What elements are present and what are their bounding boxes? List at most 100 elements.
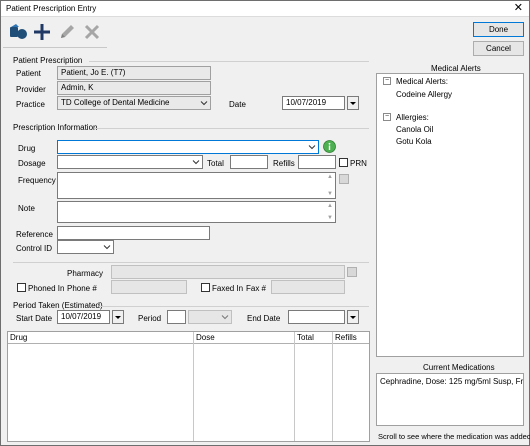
frequency-lookup-button[interactable] <box>339 174 349 184</box>
prn-label: PRN <box>350 159 367 168</box>
note-textarea[interactable]: ▲ ▼ <box>57 201 336 223</box>
scroll-up-icon[interactable]: ▲ <box>326 203 334 209</box>
frequency-label: Frequency <box>18 176 56 185</box>
tree-item-allergy[interactable]: Canola Oil <box>396 125 433 134</box>
column-divider <box>294 332 295 441</box>
date-label: Date <box>229 100 246 109</box>
period-label: Period <box>138 314 162 323</box>
practice-value: TD College of Dental Medicine <box>61 98 170 107</box>
patient-field: Patient, Jo E. (T7) <box>57 66 211 80</box>
faxed-in-checkbox[interactable] <box>201 283 210 292</box>
medical-alerts-title: Medical Alerts <box>431 64 481 73</box>
pharmacy-label: Pharmacy <box>67 269 104 278</box>
dropdown-arrow-icon <box>350 316 356 319</box>
collapse-icon[interactable]: − <box>383 77 391 85</box>
current-medications-list[interactable]: Cephradine, Dose: 125 mg/5ml Susp, Freq: <box>376 373 524 426</box>
phone-field <box>111 280 187 294</box>
chevron-down-icon <box>200 101 208 106</box>
practice-select[interactable]: TD College of Dental Medicine <box>57 96 211 110</box>
dropdown-arrow-icon <box>350 102 356 105</box>
fax-field <box>271 280 345 294</box>
dosage-label: Dosage <box>18 159 46 168</box>
period-field[interactable] <box>167 310 186 324</box>
period-taken-group-label: Period Taken (Estimated) <box>13 301 103 310</box>
cancel-button[interactable]: Cancel <box>473 41 524 56</box>
start-date-dropdown-button[interactable] <box>112 310 124 324</box>
group-divider <box>99 306 369 307</box>
control-id-label: Control ID <box>16 244 53 253</box>
tree-section-allergies[interactable]: Allergies: <box>396 113 429 122</box>
total-field[interactable] <box>230 155 268 169</box>
tree-section-medical-alerts[interactable]: Medical Alerts: <box>396 77 448 86</box>
medical-alerts-tree[interactable]: − Medical Alerts: Codeine Allergy − Alle… <box>376 73 524 357</box>
prescription-grid[interactable]: Drug Dose Total Refills <box>7 331 370 442</box>
reference-label: Reference <box>16 230 53 239</box>
start-date-label: Start Date <box>16 314 53 323</box>
pharmacy-icon[interactable] <box>7 21 29 43</box>
chevron-down-icon <box>103 245 111 250</box>
refills-label: Refills <box>273 159 295 168</box>
chevron-down-icon <box>308 145 316 150</box>
pharmacy-lookup-button <box>347 267 357 277</box>
column-header-drug[interactable]: Drug <box>8 332 193 344</box>
phoned-in-checkbox[interactable] <box>17 283 26 292</box>
patient-prescription-group-label: Patient Prescription <box>13 56 83 65</box>
column-header-refills[interactable]: Refills <box>333 332 369 344</box>
done-button[interactable]: Done <box>473 22 524 37</box>
title-bar: Patient Prescription Entry ✕ <box>1 1 529 17</box>
medication-item[interactable]: Cephradine, Dose: 125 mg/5ml Susp, Freq: <box>380 377 523 386</box>
column-divider <box>332 332 333 441</box>
scroll-down-icon[interactable]: ▼ <box>326 215 334 221</box>
patient-label: Patient <box>16 69 41 78</box>
period-unit-select <box>188 310 232 324</box>
medications-scroll-hint: Scroll to see where the medication was a… <box>378 432 530 441</box>
group-divider <box>94 128 369 129</box>
reference-field[interactable] <box>57 226 210 240</box>
collapse-icon[interactable]: − <box>383 113 391 121</box>
fax-label: Fax # <box>246 284 267 293</box>
phoned-in-label: Phoned In <box>28 284 65 293</box>
tree-item-allergy[interactable]: Gotu Kola <box>396 137 432 146</box>
section-divider <box>13 262 369 263</box>
date-field[interactable]: 10/07/2019 <box>282 96 345 110</box>
total-label: Total <box>207 159 224 168</box>
faxed-in-label: Faxed In <box>212 284 244 293</box>
column-header-dose[interactable]: Dose <box>194 332 294 344</box>
dosage-select[interactable] <box>57 155 203 169</box>
refills-field[interactable] <box>298 155 336 169</box>
edit-icon[interactable] <box>56 21 78 43</box>
prescription-info-group-label: Prescription Information <box>13 123 98 132</box>
add-icon[interactable] <box>31 21 53 43</box>
dropdown-arrow-icon <box>115 316 121 319</box>
provider-field: Admin, K <box>57 81 211 95</box>
chevron-down-icon <box>192 160 200 165</box>
phone-label: Phone # <box>67 284 97 293</box>
note-label: Note <box>18 204 35 213</box>
toolbar-divider <box>3 47 107 48</box>
start-date-field[interactable]: 10/07/2019 <box>57 310 110 324</box>
end-date-field[interactable] <box>288 310 345 324</box>
window-title: Patient Prescription Entry <box>6 4 97 13</box>
scroll-down-icon[interactable]: ▼ <box>326 191 334 197</box>
drug-select[interactable] <box>57 140 319 154</box>
drug-info-icon[interactable] <box>323 140 336 153</box>
scroll-up-icon[interactable]: ▲ <box>326 174 334 180</box>
control-id-select[interactable] <box>57 240 114 254</box>
close-icon[interactable]: ✕ <box>514 2 523 14</box>
column-divider <box>193 332 194 441</box>
group-divider <box>89 61 369 62</box>
end-date-dropdown-button[interactable] <box>347 310 359 324</box>
date-dropdown-button[interactable] <box>347 96 359 110</box>
practice-label: Practice <box>16 100 45 109</box>
delete-icon[interactable] <box>81 21 103 43</box>
prn-checkbox[interactable] <box>339 158 348 167</box>
frequency-textarea[interactable]: ▲ ▼ <box>57 172 336 199</box>
chevron-down-icon <box>221 315 229 320</box>
current-medications-title: Current Medications <box>423 363 495 372</box>
drug-label: Drug <box>18 144 36 153</box>
provider-label: Provider <box>16 85 46 94</box>
pharmacy-field <box>111 265 345 279</box>
column-header-total[interactable]: Total <box>295 332 332 344</box>
tree-item-alert[interactable]: Codeine Allergy <box>396 90 452 99</box>
end-date-label: End Date <box>247 314 281 323</box>
